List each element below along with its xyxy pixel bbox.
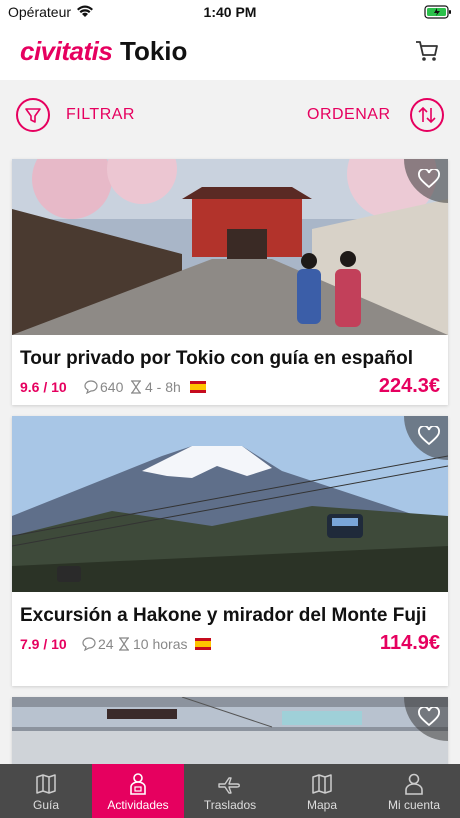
duration: 10 horas xyxy=(133,636,188,652)
heart-icon xyxy=(418,707,440,727)
review-count: 24 xyxy=(98,636,114,652)
activity-meta: 9.6 / 10 640 4 - 8h 224.3€ xyxy=(12,371,448,405)
tab-label: Traslados xyxy=(203,798,257,812)
account-icon xyxy=(405,773,423,795)
tab-label: Guía xyxy=(32,798,59,812)
activity-card[interactable]: Tour privado por Tokio con guía en españ… xyxy=(12,159,448,405)
spain-flag-icon xyxy=(195,638,211,650)
page-title: Tokio xyxy=(120,36,188,66)
person-icon xyxy=(130,773,146,795)
comment-icon xyxy=(84,380,98,394)
tab-mapa[interactable]: Mapa xyxy=(276,764,368,818)
activity-card[interactable] xyxy=(12,697,448,767)
plane-icon xyxy=(218,777,240,794)
hourglass-icon xyxy=(119,637,129,651)
clock: 1:40 PM xyxy=(203,4,257,20)
map-icon xyxy=(312,774,332,794)
tab-traslados[interactable]: Traslados xyxy=(184,764,276,818)
app-header: civitatis Tokio xyxy=(0,26,460,80)
rating: 7.9 / 10 xyxy=(20,636,67,652)
filter-sort-bar: FILTRAR ORDENAR xyxy=(0,80,460,150)
comment-icon xyxy=(82,637,96,651)
battery-icon xyxy=(424,5,451,19)
tab-bar: Guía Actividades Traslados Mapa Mi cuent… xyxy=(0,764,460,818)
activity-card[interactable]: Excursión a Hakone y mirador del Monte F… xyxy=(12,416,448,686)
map-book-icon xyxy=(36,774,56,794)
tab-label: Actividades xyxy=(107,798,169,812)
spain-flag-icon xyxy=(190,381,206,393)
tab-actividades[interactable]: Actividades xyxy=(92,764,184,818)
activity-photo xyxy=(12,697,448,767)
price: 224.3€ xyxy=(378,375,440,397)
rating: 9.6 / 10 xyxy=(20,379,67,395)
funnel-icon xyxy=(25,108,41,123)
review-count: 640 xyxy=(100,379,124,395)
filter-button[interactable] xyxy=(16,98,50,132)
tab-label: Mi cuenta xyxy=(387,798,441,812)
price: 114.9€ xyxy=(379,632,440,654)
status-bar: Opérateur 1:40 PM xyxy=(0,0,460,26)
activity-photo xyxy=(12,159,448,335)
brand-logo[interactable]: civitatis xyxy=(20,36,113,67)
activity-photo xyxy=(12,416,448,592)
activity-meta: 7.9 / 10 24 10 horas 114.9€ xyxy=(12,628,448,664)
cart-icon[interactable] xyxy=(414,38,440,64)
hourglass-icon xyxy=(131,380,141,394)
activity-title: Tour privado por Tokio con guía en españ… xyxy=(20,348,414,369)
duration: 4 - 8h xyxy=(145,379,181,395)
filter-label[interactable]: FILTRAR xyxy=(66,106,135,124)
sort-button[interactable] xyxy=(410,98,444,132)
tab-guia[interactable]: Guía xyxy=(0,764,92,818)
activity-title: Excursión a Hakone y mirador del Monte F… xyxy=(20,605,427,626)
sort-label[interactable]: ORDENAR xyxy=(307,106,391,124)
tab-label: Mapa xyxy=(306,798,338,812)
heart-icon xyxy=(418,169,440,189)
heart-icon xyxy=(418,426,440,446)
tab-mi-cuenta[interactable]: Mi cuenta xyxy=(368,764,460,818)
sort-arrows-icon xyxy=(418,106,436,124)
